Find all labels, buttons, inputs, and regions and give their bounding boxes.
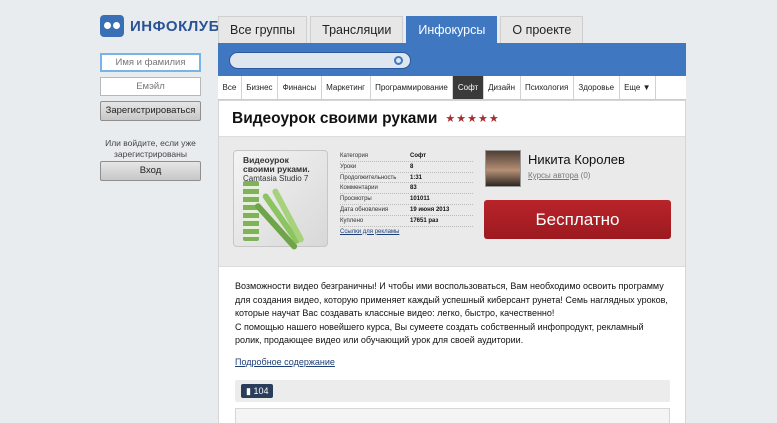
- course-header: Видеоурок своими руками ★★★★★: [219, 101, 685, 137]
- meta-key: Просмотры: [340, 196, 372, 203]
- meta-key: Комментарии: [340, 185, 378, 192]
- main-tabs: Все группы Трансляции Инфокурсы О проекте: [218, 16, 686, 43]
- main-content: Все группы Трансляции Инфокурсы О проекте В…: [218, 16, 686, 423]
- tab-0[interactable]: Все группы: [218, 16, 308, 43]
- search-icon[interactable]: [394, 56, 403, 65]
- owl-logo-icon: [100, 15, 124, 37]
- free-button[interactable]: Бесплатно: [484, 200, 671, 239]
- meta-row: Просмотры 101011: [340, 194, 473, 205]
- course-info: Видеоурок своими руками. Camtasia Studio…: [219, 137, 685, 267]
- meta-row: Комментарии 83: [340, 183, 473, 195]
- film-strip-icon: [243, 181, 259, 241]
- category-item[interactable]: Психология: [521, 76, 574, 99]
- name-field[interactable]: Имя и фамилия: [100, 53, 201, 72]
- description-paragraph: Возможности видео безграничны! И чтобы и…: [235, 281, 668, 318]
- course-title: Видеоурок своими руками: [232, 109, 438, 127]
- ad-links[interactable]: Ссылки для рекламы: [340, 229, 473, 235]
- category-item[interactable]: Софт: [453, 76, 484, 99]
- cover-line2: своими руками.: [243, 164, 310, 174]
- tab-1[interactable]: Трансляции: [310, 16, 404, 43]
- author-courses[interactable]: Курсы автора (0): [528, 171, 590, 180]
- cover-text: Видеоурок своими руками. Camtasia Studio…: [243, 156, 310, 184]
- meta-row: Категория Софт: [340, 151, 473, 162]
- bottom-panel: [235, 407, 670, 423]
- login-button[interactable]: Вход: [100, 161, 201, 181]
- course-cover: Видеоурок своими руками. Camtasia Studio…: [233, 150, 328, 251]
- meta-value: Софт: [410, 153, 427, 159]
- meta-value: 101011: [410, 196, 430, 203]
- logo[interactable]: ИНФОКЛУБ: [100, 15, 220, 37]
- course-description: Возможности видео безграничны! И чтобы и…: [219, 267, 685, 348]
- meta-key: Дата обновления: [340, 206, 389, 213]
- meta-row: Уроки 8: [340, 162, 473, 173]
- category-item[interactable]: Еще ▼: [620, 76, 656, 99]
- meta-value: 17651 раз: [410, 217, 439, 224]
- meta-value: 8: [410, 163, 414, 170]
- meta-row: Продолжительность 1:31: [340, 173, 473, 184]
- meta-key: Куплено: [340, 217, 364, 224]
- details-link[interactable]: Подробное содержание: [219, 348, 685, 376]
- tab-2[interactable]: Инфокурсы: [406, 16, 498, 43]
- register-button[interactable]: Зарегистрироваться: [100, 101, 201, 121]
- meta-key: Категория: [340, 153, 369, 159]
- search-band: [218, 43, 686, 76]
- description-paragraph: С помощью нашего новейшего курса, Вы сум…: [235, 321, 644, 346]
- category-item[interactable]: Бизнес: [242, 76, 279, 99]
- category-item[interactable]: Дизайн: [484, 76, 521, 99]
- email-field[interactable]: Емэйл: [100, 77, 201, 96]
- category-bar: Все Бизнес Финансы Маркетинг Программировани…: [218, 76, 686, 100]
- author-courses-count: (0): [580, 171, 591, 180]
- author-courses-link[interactable]: Курсы автора: [528, 171, 578, 180]
- course-card: Видеоурок своими руками ★★★★★ Видеоурок …: [218, 100, 686, 423]
- meta-value: 83: [410, 185, 417, 192]
- meta-value: 1:31: [410, 174, 423, 181]
- meta-row: Куплено 17651 раз: [340, 216, 473, 227]
- meta-key: Продолжительность: [340, 174, 397, 181]
- meta-key: Уроки: [340, 163, 357, 170]
- category-item[interactable]: Здоровье: [574, 76, 620, 99]
- meta-value: 19 июня 2013: [410, 206, 450, 213]
- search-input[interactable]: [229, 52, 411, 69]
- tab-3[interactable]: О проекте: [500, 16, 584, 43]
- views-badge: ▮ 104: [241, 383, 274, 398]
- category-item[interactable]: Финансы: [278, 76, 322, 99]
- meta-row: Дата обновления 19 июня 2013: [340, 205, 473, 216]
- rating-stars: ★★★★★: [445, 113, 500, 125]
- views-bar: ▮ 104: [235, 379, 670, 402]
- author-name[interactable]: Никита Королев: [528, 152, 625, 167]
- views-count: 104: [253, 385, 269, 396]
- login-hint: Или войдите, если уже зарегистрированы: [105, 138, 196, 159]
- author-avatar[interactable]: [485, 150, 521, 187]
- logo-text: ИНФОКЛУБ: [130, 17, 220, 35]
- category-item[interactable]: Маркетинг: [322, 76, 371, 99]
- category-item[interactable]: Все: [218, 76, 242, 99]
- category-item[interactable]: Программирование: [371, 76, 454, 99]
- course-meta-table: Категория Софт Уроки 8 Продолжительность 1:31…: [340, 151, 473, 235]
